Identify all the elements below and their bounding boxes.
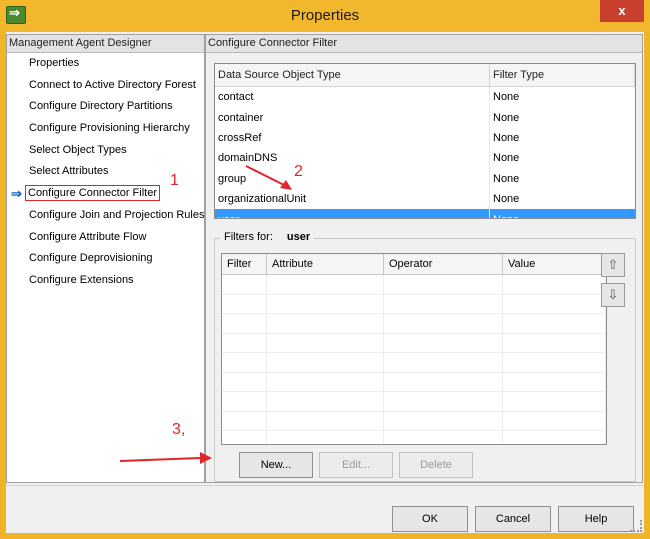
annotation-arrow-3 bbox=[119, 457, 201, 462]
annotation-arrowhead-3 bbox=[200, 452, 212, 464]
annotation-number-1: 1 bbox=[170, 172, 179, 189]
annotation-overlay bbox=[119, 165, 292, 464]
annotation-number-3: 3, bbox=[172, 421, 186, 438]
annotation-arrow-2 bbox=[245, 165, 287, 187]
annotation-number-2: 2 bbox=[294, 163, 303, 180]
properties-window: Properties x Management Agent Designer P… bbox=[0, 0, 650, 539]
